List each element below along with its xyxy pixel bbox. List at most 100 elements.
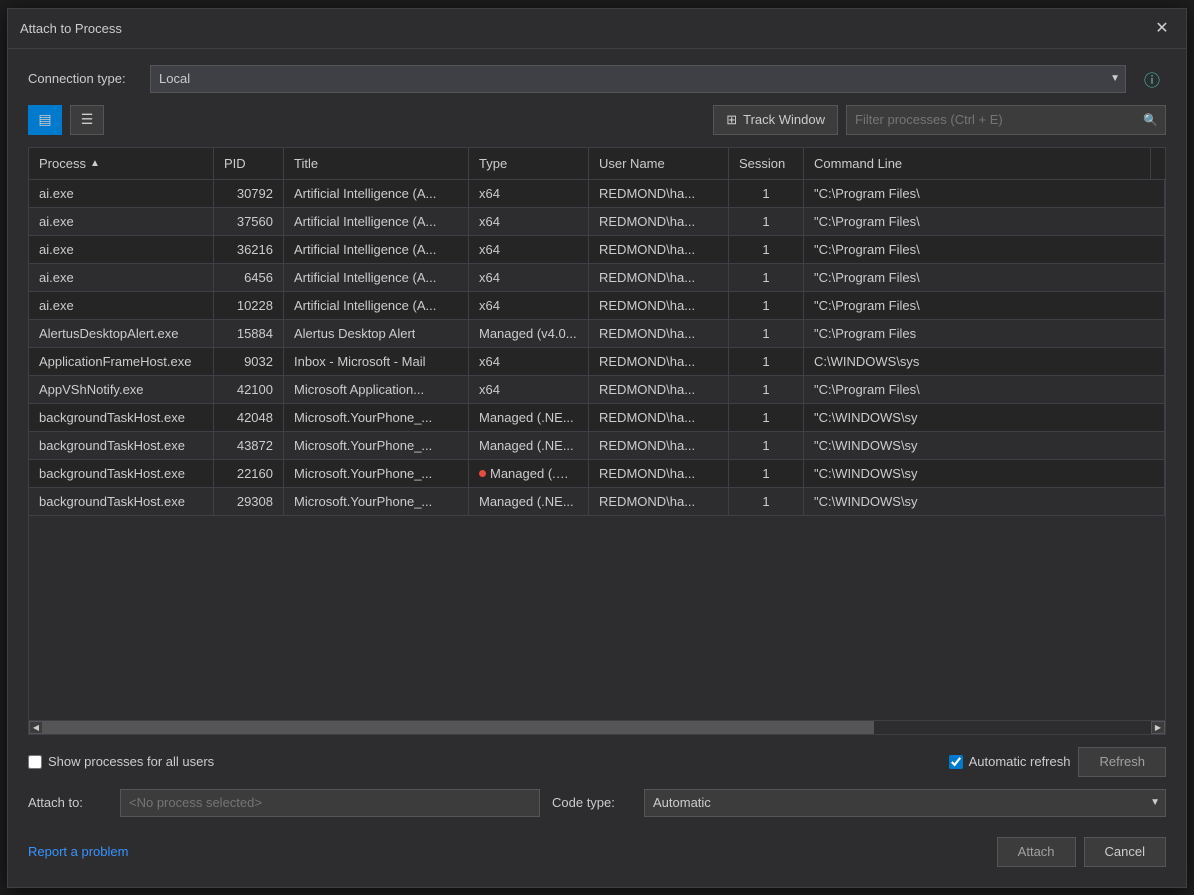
title-column-header[interactable]: Title — [284, 148, 469, 179]
title-bar: Attach to Process ✕ — [8, 9, 1186, 49]
info-button[interactable]: ⓘ — [1138, 65, 1166, 93]
td-username: REDMOND\ha... — [589, 348, 729, 375]
view-detail-button[interactable]: ☰ — [70, 105, 104, 135]
td-username: REDMOND\ha... — [589, 292, 729, 319]
td-process: ai.exe — [29, 292, 214, 319]
td-type: Managed (.NE... — [469, 404, 589, 431]
info-icon: ⓘ — [1144, 67, 1160, 91]
td-title: Microsoft.YourPhone_... — [284, 432, 469, 459]
attach-to-row: Attach to: Code type: Automatic ▼ — [28, 789, 1166, 817]
td-title: Microsoft Application... — [284, 376, 469, 403]
hscroll-track[interactable] — [43, 721, 1151, 734]
attach-to-input[interactable] — [120, 789, 540, 817]
search-icon: 🔍 — [1143, 113, 1158, 127]
close-button[interactable]: ✕ — [1150, 16, 1174, 40]
td-title: Microsoft.YourPhone_... — [284, 404, 469, 431]
td-session: 1 — [729, 292, 804, 319]
td-title: Artificial Intelligence (A... — [284, 264, 469, 291]
td-process: ai.exe — [29, 236, 214, 263]
process-table-body[interactable]: ai.exe 30792 Artificial Intelligence (A.… — [29, 180, 1165, 720]
show-all-users-checkbox[interactable] — [28, 755, 42, 769]
td-process: ai.exe — [29, 208, 214, 235]
show-all-users-text: Show processes for all users — [48, 754, 214, 769]
td-session: 1 — [729, 404, 804, 431]
table-row[interactable]: ai.exe 37560 Artificial Intelligence (A.… — [29, 208, 1165, 236]
td-session: 1 — [729, 180, 804, 207]
td-cmdline: "C:\WINDOWS\sy — [804, 488, 1165, 515]
session-column-header[interactable]: Session — [729, 148, 804, 179]
process-column-header[interactable]: Process ▲ — [29, 148, 214, 179]
td-cmdline: "C:\WINDOWS\sy — [804, 460, 1165, 487]
td-pid: 42100 — [214, 376, 284, 403]
table-row[interactable]: ai.exe 6456 Artificial Intelligence (A..… — [29, 264, 1165, 292]
td-username: REDMOND\ha... — [589, 236, 729, 263]
bottom-options-row: Show processes for all users Automatic r… — [28, 747, 1166, 777]
table-row[interactable]: ai.exe 10228 Artificial Intelligence (A.… — [29, 292, 1165, 320]
hscroll-left-button[interactable]: ◀ — [29, 721, 43, 734]
track-window-button[interactable]: ⊞ Track Window — [713, 105, 838, 135]
td-type: Managed (.NE... — [469, 488, 589, 515]
table-row[interactable]: backgroundTaskHost.exe 29308 Microsoft.Y… — [29, 488, 1165, 516]
td-title: Artificial Intelligence (A... — [284, 208, 469, 235]
cancel-button[interactable]: Cancel — [1084, 837, 1166, 867]
td-process: backgroundTaskHost.exe — [29, 460, 214, 487]
td-title: Artificial Intelligence (A... — [284, 180, 469, 207]
table-row[interactable]: AlertusDesktopAlert.exe 15884 Alertus De… — [29, 320, 1165, 348]
attach-to-label: Attach to: — [28, 795, 108, 810]
td-title: Artificial Intelligence (A... — [284, 236, 469, 263]
td-process: ai.exe — [29, 264, 214, 291]
table-row[interactable]: AppVShNotify.exe 42100 Microsoft Applica… — [29, 376, 1165, 404]
auto-refresh-text: Automatic refresh — [969, 754, 1071, 769]
table-row[interactable]: ai.exe 36216 Artificial Intelligence (A.… — [29, 236, 1165, 264]
cmdline-column-header[interactable]: Command Line — [804, 148, 1151, 179]
table-row[interactable]: backgroundTaskHost.exe 22160 Microsoft.Y… — [29, 460, 1165, 488]
td-type: x64 — [469, 236, 589, 263]
connection-type-row: Connection type: Local ▼ ⓘ — [28, 65, 1166, 93]
hscroll-thumb[interactable] — [43, 721, 874, 734]
td-username: REDMOND\ha... — [589, 460, 729, 487]
username-column-header[interactable]: User Name — [589, 148, 729, 179]
td-type: Managed (.NE... — [469, 432, 589, 459]
connection-type-select[interactable]: Local — [150, 65, 1126, 93]
td-session: 1 — [729, 432, 804, 459]
status-dot — [479, 470, 486, 477]
td-type: Managed (v4.0... — [469, 320, 589, 347]
td-title: Inbox - Microsoft - Mail — [284, 348, 469, 375]
td-session: 1 — [729, 376, 804, 403]
td-type: x64 — [469, 264, 589, 291]
td-title: Microsoft.YourPhone_... — [284, 488, 469, 515]
td-cmdline: "C:\Program Files\ — [804, 264, 1165, 291]
show-all-users-label[interactable]: Show processes for all users — [28, 754, 214, 769]
auto-refresh-label[interactable]: Automatic refresh — [949, 754, 1071, 769]
table-row[interactable]: ai.exe 30792 Artificial Intelligence (A.… — [29, 180, 1165, 208]
attach-button[interactable]: Attach — [997, 837, 1076, 867]
refresh-button[interactable]: Refresh — [1078, 747, 1166, 777]
auto-refresh-checkbox[interactable] — [949, 755, 963, 769]
horizontal-scrollbar[interactable]: ◀ ▶ — [29, 720, 1165, 734]
report-problem-link[interactable]: Report a problem — [28, 844, 128, 859]
table-row[interactable]: ApplicationFrameHost.exe 9032 Inbox - Mi… — [29, 348, 1165, 376]
code-type-select[interactable]: Automatic — [644, 789, 1166, 817]
dialog-body: Connection type: Local ▼ ⓘ ▤ ☰ ⊞ Track — [8, 49, 1186, 887]
filter-wrapper: 🔍 — [846, 105, 1166, 135]
td-username: REDMOND\ha... — [589, 180, 729, 207]
td-type: x64 — [469, 376, 589, 403]
hscroll-right-button[interactable]: ▶ — [1151, 721, 1165, 734]
filter-search-button[interactable]: 🔍 — [1136, 105, 1166, 135]
connection-select-wrapper: Local ▼ — [150, 65, 1126, 93]
td-title: Microsoft.YourPhone_... — [284, 460, 469, 487]
list-view-icon: ▤ — [38, 111, 51, 128]
table-row[interactable]: backgroundTaskHost.exe 42048 Microsoft.Y… — [29, 404, 1165, 432]
td-pid: 10228 — [214, 292, 284, 319]
pid-column-header[interactable]: PID — [214, 148, 284, 179]
td-pid: 42048 — [214, 404, 284, 431]
filter-input[interactable] — [846, 105, 1166, 135]
table-row[interactable]: backgroundTaskHost.exe 43872 Microsoft.Y… — [29, 432, 1165, 460]
td-process: AlertusDesktopAlert.exe — [29, 320, 214, 347]
td-process: backgroundTaskHost.exe — [29, 404, 214, 431]
sort-asc-icon: ▲ — [90, 158, 100, 169]
type-column-header[interactable]: Type — [469, 148, 589, 179]
td-process: ApplicationFrameHost.exe — [29, 348, 214, 375]
td-username: REDMOND\ha... — [589, 320, 729, 347]
view-list-button[interactable]: ▤ — [28, 105, 62, 135]
